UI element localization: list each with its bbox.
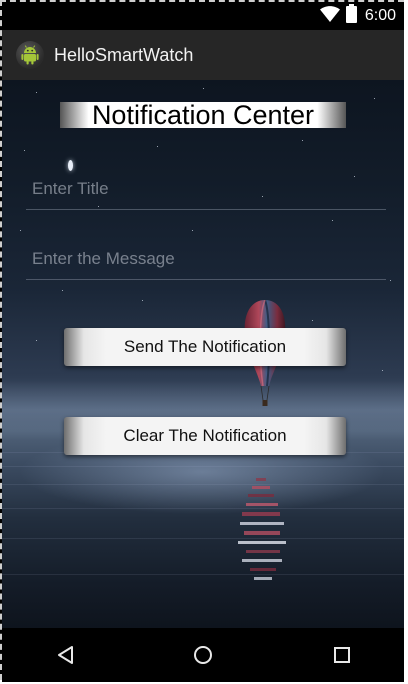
- water-ripple: [2, 484, 404, 485]
- navigation-bar: [2, 628, 404, 682]
- android-icon: [16, 41, 44, 69]
- status-bar: 6:00: [2, 2, 404, 30]
- title-input[interactable]: [26, 168, 386, 210]
- send-notification-button[interactable]: Send The Notification: [64, 328, 346, 366]
- home-icon[interactable]: [189, 641, 217, 669]
- back-icon[interactable]: [52, 641, 80, 669]
- water-ripple: [2, 466, 404, 467]
- page-title: Notification Center: [60, 100, 346, 130]
- battery-icon: [345, 4, 357, 28]
- water-ripple: [2, 538, 404, 539]
- water-ripple: [2, 574, 404, 575]
- status-icons: 6:00: [319, 4, 396, 28]
- clear-notification-button[interactable]: Clear The Notification: [64, 417, 346, 455]
- message-input[interactable]: [26, 238, 386, 280]
- phone-screen: 6:00 HelloSmartWatch Notification Center…: [2, 2, 404, 682]
- page-title-text: Notification Center: [91, 100, 315, 130]
- recents-icon[interactable]: [328, 641, 356, 669]
- water-ripple: [2, 508, 404, 509]
- action-bar: HelloSmartWatch: [2, 30, 404, 80]
- balloon-reflection: [238, 478, 286, 580]
- wifi-icon: [319, 5, 340, 27]
- status-time: 6:00: [364, 7, 396, 24]
- content-area: Notification Center Send The Notificatio…: [2, 80, 404, 628]
- app-title: HelloSmartWatch: [54, 44, 194, 65]
